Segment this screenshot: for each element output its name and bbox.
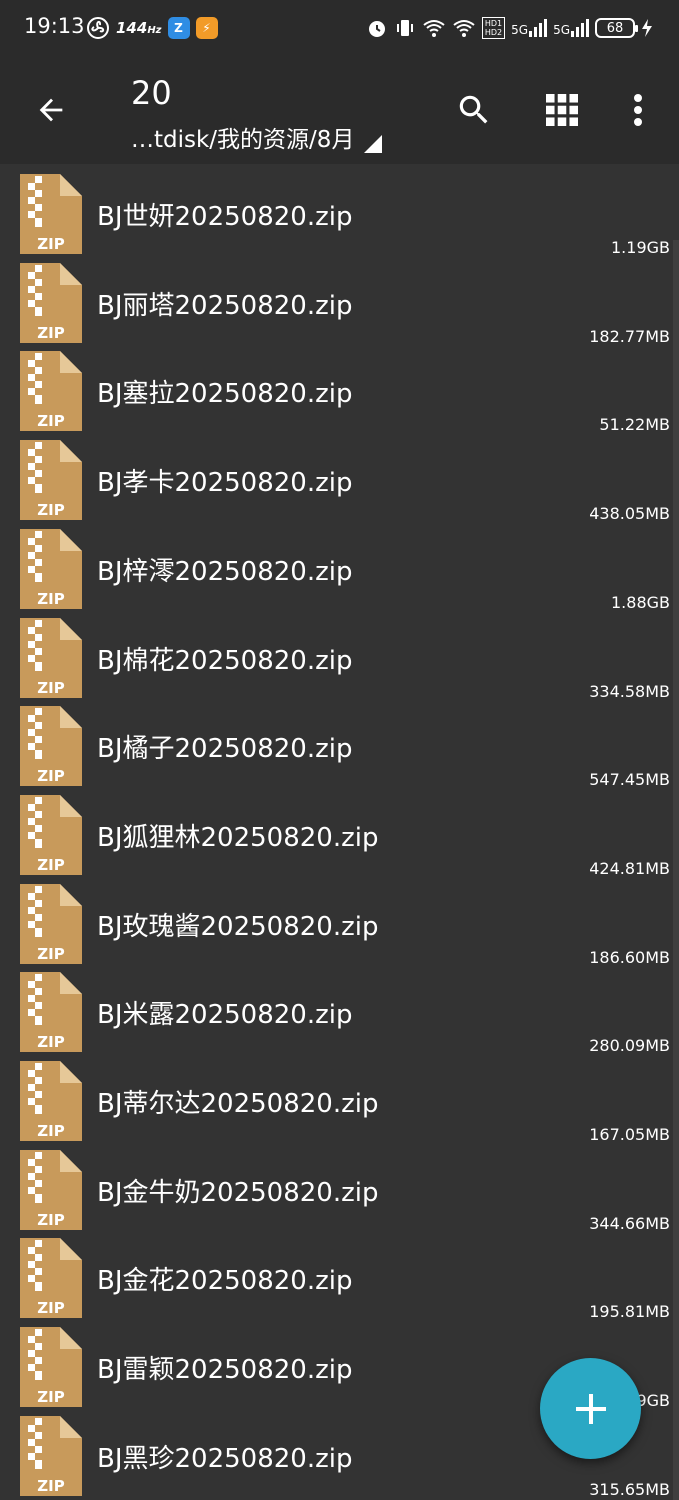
- zip-icon-label: ZIP: [37, 1388, 64, 1406]
- zip-file-icon: ZIP: [20, 262, 82, 343]
- zip-file-icon: ZIP: [20, 174, 82, 254]
- file-row[interactable]: ZIP BJ丽塔20250820.zip 182.77MB: [0, 253, 679, 346]
- file-name: BJ梓澪20250820.zip: [97, 556, 353, 587]
- app-notification-icon: Z: [167, 17, 190, 39]
- file-name: BJ狐狸林20250820.zip: [97, 822, 379, 853]
- more-options-button[interactable]: [612, 84, 664, 136]
- file-row[interactable]: ZIP BJ玫瑰酱20250820.zip 186.60MB: [0, 874, 679, 967]
- zip-icon-label: ZIP: [37, 324, 64, 342]
- status-left-icons: 144Hz Z ⚡: [86, 14, 218, 42]
- file-list[interactable]: ZIP BJ世妍20250820.zip 1.19GB ZIP BJ丽塔20250820…: [0, 164, 679, 1500]
- file-row[interactable]: ZIP BJ世妍20250820.zip 1.19GB: [0, 164, 679, 257]
- path-breadcrumb: …tdisk/我的资源/8月: [131, 127, 355, 153]
- status-time: 19:13: [24, 14, 85, 38]
- file-name: BJ蒂尔达20250820.zip: [97, 1089, 379, 1119]
- app-toolbar: 20 …tdisk/我的资源/8月: [0, 56, 679, 164]
- zip-file-icon: ZIP: [20, 617, 82, 698]
- file-name: BJ世妍20250820.zip: [97, 202, 353, 232]
- back-button[interactable]: [22, 84, 80, 136]
- file-name: BJ塞拉20250820.zip: [97, 379, 353, 410]
- dropdown-triangle-icon: [364, 135, 383, 153]
- zip-file-icon: ZIP: [20, 1149, 82, 1230]
- zip-file-icon: ZIP: [20, 1061, 82, 1141]
- hd-icon: HD1 HD2: [481, 17, 506, 39]
- search-icon: [459, 95, 488, 124]
- file-name: BJ米露20250820.zip: [97, 1000, 353, 1031]
- zip-file-icon: ZIP: [20, 794, 82, 875]
- zip-icon-label: ZIP: [37, 412, 64, 430]
- refresh-rate: 144Hz: [116, 19, 162, 37]
- arrow-back-icon: [39, 98, 63, 122]
- zip-icon-label: ZIP: [37, 767, 64, 785]
- file-row[interactable]: ZIP BJ梓澪20250820.zip 1.88GB: [0, 519, 679, 612]
- path-dropdown[interactable]: …tdisk/我的资源/8月: [131, 120, 383, 154]
- charging-icon: [642, 19, 652, 37]
- file-name: BJ棉花20250820.zip: [97, 645, 353, 676]
- file-name: BJ丽塔20250820.zip: [97, 290, 353, 321]
- zip-file-icon: ZIP: [20, 883, 82, 964]
- file-name: BJ玫瑰酱20250820.zip: [97, 911, 379, 942]
- signal-icon: 5G: [511, 19, 548, 37]
- file-name: BJ橘子20250820.zip: [97, 734, 353, 765]
- vibrate-icon: [396, 20, 413, 36]
- zip-icon-label: ZIP: [37, 856, 64, 874]
- file-row[interactable]: ZIP BJ橘子20250820.zip 547.45MB: [0, 696, 679, 789]
- zip-file-icon: ZIP: [20, 706, 82, 787]
- scrollbar[interactable]: [673, 240, 679, 1500]
- page-title: 20: [131, 74, 172, 112]
- zip-icon-label: ZIP: [37, 1033, 64, 1051]
- file-name: BJ黑珍20250820.zip: [97, 1443, 353, 1474]
- zip-file-icon: ZIP: [20, 972, 82, 1053]
- wifi-icon-2: [453, 20, 475, 37]
- file-name: BJ孝卡20250820.zip: [97, 468, 353, 499]
- alarm-icon: [368, 21, 385, 37]
- zip-icon-label: ZIP: [37, 1211, 64, 1229]
- zip-file-icon: ZIP: [20, 440, 82, 521]
- file-name: BJ金花20250820.zip: [97, 1266, 353, 1297]
- file-row[interactable]: ZIP BJ米露20250820.zip 280.09MB: [0, 962, 679, 1055]
- file-row[interactable]: ZIP BJ蒂尔达20250820.zip 167.05MB: [0, 1051, 679, 1144]
- file-row[interactable]: ZIP BJ棉花20250820.zip 334.58MB: [0, 608, 679, 701]
- zip-icon-label: ZIP: [37, 1477, 64, 1495]
- file-row[interactable]: ZIP BJ孝卡20250820.zip 438.05MB: [0, 430, 679, 523]
- signal-icon-2: 5G: [553, 19, 589, 37]
- file-name: BJ雷颖20250820.zip: [97, 1355, 353, 1386]
- file-row[interactable]: ZIP BJ金花20250820.zip 195.81MB: [0, 1228, 679, 1321]
- add-fab-button[interactable]: [540, 1358, 641, 1459]
- zip-file-icon: ZIP: [20, 351, 82, 432]
- zip-icon-label: ZIP: [37, 945, 64, 963]
- file-name: BJ金牛奶20250820.zip: [97, 1177, 379, 1208]
- zip-file-icon: ZIP: [20, 1327, 82, 1408]
- app-notification-icon-2: ⚡: [195, 17, 218, 39]
- view-mode-button[interactable]: [536, 84, 588, 136]
- wifi-icon: [423, 20, 445, 37]
- file-size: 315.65MB: [589, 1479, 670, 1499]
- search-button[interactable]: [448, 84, 500, 136]
- zip-icon-label: ZIP: [37, 1122, 64, 1140]
- status-right-icons: HD1 HD2 5G 5G 68: [366, 14, 653, 42]
- file-row[interactable]: ZIP BJ狐狸林20250820.zip 424.81MB: [0, 785, 679, 878]
- zip-file-icon: ZIP: [20, 1415, 82, 1496]
- fan-icon: [87, 17, 109, 39]
- zip-icon-label: ZIP: [37, 679, 64, 697]
- zip-file-icon: ZIP: [20, 1238, 82, 1319]
- zip-file-icon: ZIP: [20, 528, 82, 609]
- file-row[interactable]: ZIP BJ塞拉20250820.zip 51.22MB: [0, 341, 679, 434]
- file-row[interactable]: ZIP BJ金牛奶20250820.zip 344.66MB: [0, 1140, 679, 1233]
- zip-icon-label: ZIP: [37, 1299, 64, 1317]
- zip-icon-label: ZIP: [37, 235, 64, 253]
- plus-icon: [575, 1393, 606, 1424]
- zip-icon-label: ZIP: [37, 501, 64, 519]
- battery-icon: 68: [595, 18, 638, 38]
- more-vert-icon: [634, 94, 642, 126]
- status-bar: 19:13 144Hz Z ⚡ HD1 HD2 5G 5G 68: [0, 0, 679, 56]
- zip-icon-label: ZIP: [37, 590, 64, 608]
- grid-view-icon: [546, 94, 578, 126]
